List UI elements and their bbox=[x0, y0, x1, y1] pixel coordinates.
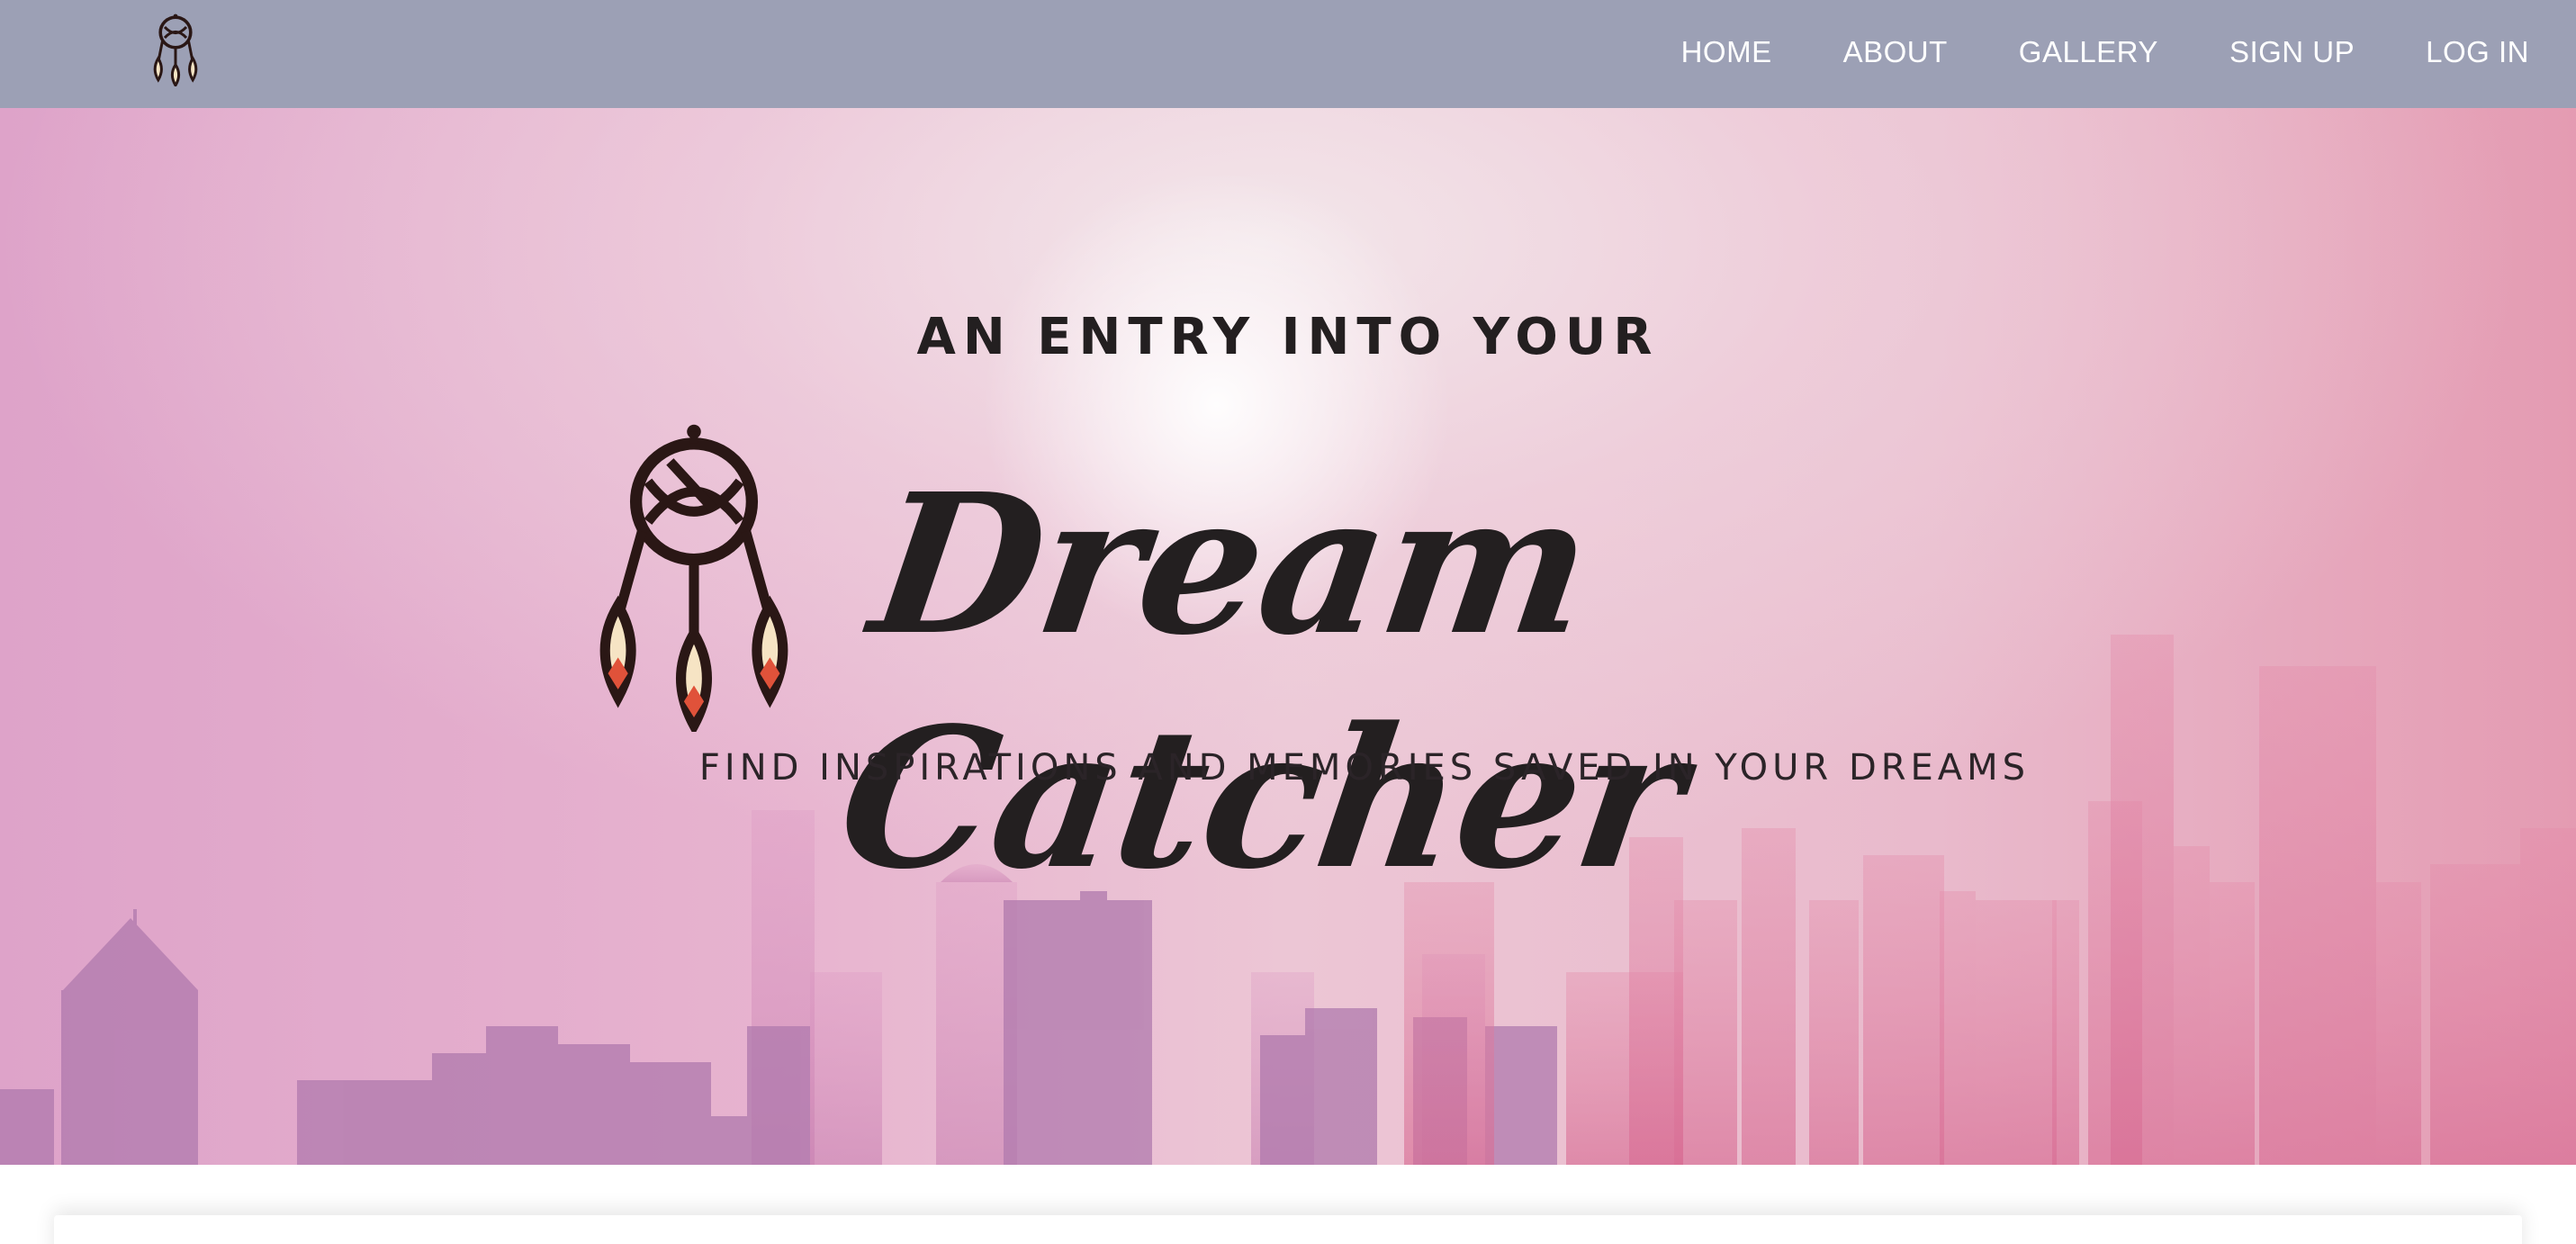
dream-catcher-logo-icon bbox=[599, 424, 788, 732]
hero-title: Dream Catcher bbox=[827, 452, 1696, 912]
content-card bbox=[54, 1215, 2522, 1244]
hero-pretitle: AN ENTRY INTO YOUR bbox=[916, 308, 1660, 366]
content-area bbox=[0, 1165, 2576, 1244]
nav-links: HOME ABOUT GALLERY SIGN UP LOG IN bbox=[1681, 0, 2529, 104]
dream-catcher-logo-icon[interactable] bbox=[149, 11, 203, 86]
nav-login-link[interactable]: LOG IN bbox=[2426, 35, 2529, 69]
hero-section: AN ENTRY INTO YOUR Dream Catcher FIND IN… bbox=[0, 108, 2576, 1165]
nav-home-link[interactable]: HOME bbox=[1681, 35, 1772, 69]
nav-signup-link[interactable]: SIGN UP bbox=[2229, 35, 2355, 69]
nav-about-link[interactable]: ABOUT bbox=[1843, 35, 1948, 69]
hero-subtitle: FIND INSPIRATIONS AND MEMORIES SAVED IN … bbox=[698, 747, 2031, 789]
nav-gallery-link[interactable]: GALLERY bbox=[2019, 35, 2158, 69]
navbar: HOME ABOUT GALLERY SIGN UP LOG IN bbox=[0, 0, 2576, 108]
